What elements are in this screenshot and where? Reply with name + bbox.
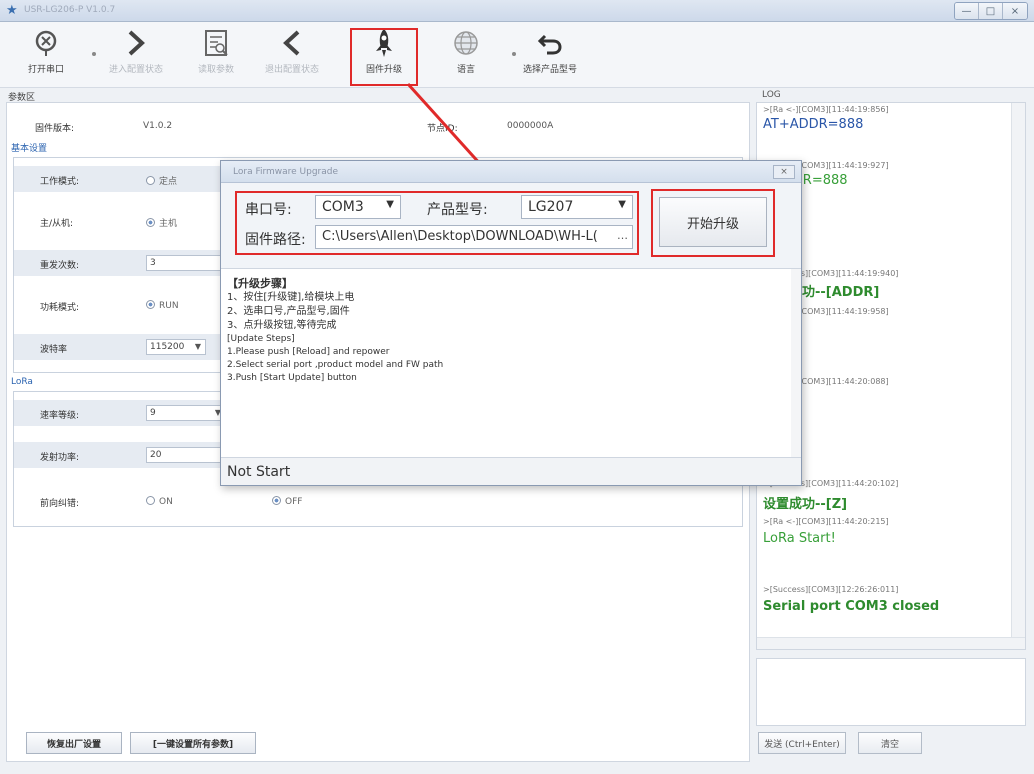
step-line: 2.Select serial port ,product model and … xyxy=(227,360,444,370)
step-line: 1.Please push [Reload] and repower xyxy=(227,347,390,357)
dialog-settings-area: 串口号: COM3 ▼ 产品型号: LG207 ▼ 固件路径: C:\Users\A… xyxy=(221,183,801,269)
step-line: [Update Steps] xyxy=(227,334,295,344)
path-label: 固件路径: xyxy=(245,232,306,248)
port-select[interactable]: COM3 ▼ xyxy=(315,195,401,219)
step-line: 2、选串口号,产品型号,固件 xyxy=(227,306,350,317)
port-label: 串口号: xyxy=(245,202,292,218)
firmware-path-input[interactable]: C:\Users\Allen\Desktop\DOWNLOAD\WH-L(… xyxy=(315,225,633,249)
step-line: 1、按住[升级键],给模块上电 xyxy=(227,292,355,303)
dialog-close-button[interactable]: × xyxy=(773,165,795,179)
browse-button[interactable]: … xyxy=(617,229,628,242)
step-line: 3、点升级按钮,等待完成 xyxy=(227,320,337,331)
dialog-scrollbar[interactable] xyxy=(791,269,801,457)
model-select[interactable]: LG207 ▼ xyxy=(521,195,633,219)
upgrade-status: Not Start xyxy=(227,464,291,480)
dialog-status-bar: Not Start xyxy=(221,457,801,485)
dialog-title: Lora Firmware Upgrade xyxy=(233,167,339,177)
upgrade-steps-text: 【升级步骤】 1、按住[升级键],给模块上电 2、选串口号,产品型号,固件 3、… xyxy=(227,277,787,385)
firmware-upgrade-dialog: Lora Firmware Upgrade × 串口号: COM3 ▼ 产品型号:… xyxy=(220,160,802,486)
dialog-titlebar: Lora Firmware Upgrade × xyxy=(221,161,801,183)
dropdown-arrow-icon: ▼ xyxy=(618,199,626,210)
start-upgrade-button[interactable]: 开始升级 xyxy=(659,197,767,247)
steps-heading: 【升级步骤】 xyxy=(227,277,293,290)
step-line: 3.Push [Start Update] button xyxy=(227,373,357,383)
model-label: 产品型号: xyxy=(427,202,488,218)
dropdown-arrow-icon: ▼ xyxy=(386,199,394,210)
